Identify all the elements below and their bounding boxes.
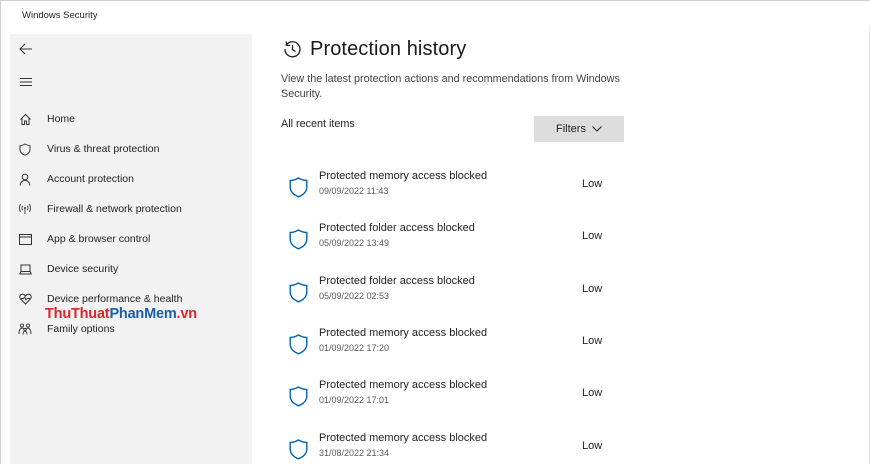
history-item-timestamp: 05/09/2022 13:49 xyxy=(319,238,390,248)
history-item[interactable]: Protected memory access blocked 31/08/20… xyxy=(282,429,612,464)
history-item-title: Protected memory access blocked xyxy=(319,170,488,182)
shield-icon xyxy=(289,229,308,250)
page-description: View the latest protection actions and r… xyxy=(281,73,620,100)
recent-items-label: All recent items xyxy=(281,118,355,130)
history-item-title: Protected folder access blocked xyxy=(319,222,475,234)
history-item[interactable]: Protected memory access blocked 09/09/20… xyxy=(282,167,612,207)
page-title-text: Protection history xyxy=(310,37,467,60)
history-item-severity: Low xyxy=(582,178,603,190)
chevron-down-icon xyxy=(592,126,602,132)
history-item[interactable]: Protected folder access blocked 05/09/20… xyxy=(282,272,612,312)
sidebar-item-label: Virus & threat protection xyxy=(47,143,160,155)
sidebar-item-virus-threat-protection[interactable]: Virus & threat protection xyxy=(10,135,252,163)
history-item-severity: Low xyxy=(582,387,603,399)
history-item[interactable]: Protected folder access blocked 05/09/20… xyxy=(282,219,612,259)
page-title: Protection history xyxy=(282,36,466,62)
history-item[interactable]: Protected memory access blocked 01/09/20… xyxy=(282,376,612,416)
history-item-severity: Low xyxy=(582,230,603,242)
shield-icon xyxy=(289,282,308,303)
sidebar: Home Virus & threat protection Account p… xyxy=(1,34,252,464)
history-item-title: Protected memory access blocked xyxy=(319,327,488,339)
menu-button[interactable] xyxy=(18,74,34,90)
sidebar-item-device-security[interactable]: Device security xyxy=(10,255,252,283)
back-button[interactable] xyxy=(18,41,34,57)
laptop-icon xyxy=(18,262,32,276)
sidebar-item-app-browser-control[interactable]: App & browser control xyxy=(10,225,252,253)
filters-label: Filters xyxy=(556,123,586,135)
shield-icon xyxy=(289,177,308,198)
history-item-severity: Low xyxy=(582,283,603,295)
sidebar-item-label: Device performance & health xyxy=(47,293,183,305)
sidebar-item-label: Family options xyxy=(47,323,115,335)
window-title: Windows Security xyxy=(1,1,870,26)
sidebar-item-label: Home xyxy=(47,113,76,125)
history-item-title: Protected folder access blocked xyxy=(319,275,475,287)
history-item-timestamp: 01/09/2022 17:01 xyxy=(319,395,390,405)
sidebar-item-label: Firewall & network protection xyxy=(47,203,182,215)
filters-button[interactable]: Filters xyxy=(534,116,624,142)
history-item-timestamp: 01/09/2022 17:20 xyxy=(319,343,390,353)
shield-icon xyxy=(289,334,308,355)
watermark-part3: .vn xyxy=(176,306,198,322)
person-icon xyxy=(18,172,32,186)
watermark: ThuThuatPhanMem.vn xyxy=(45,306,197,322)
heart-pulse-icon xyxy=(18,292,32,306)
shield-outline-icon xyxy=(18,142,32,156)
history-item-title: Protected memory access blocked xyxy=(319,432,488,444)
history-item[interactable]: Protected memory access blocked 01/09/20… xyxy=(282,324,612,364)
browser-window-icon xyxy=(18,232,32,246)
family-icon xyxy=(18,322,32,336)
wifi-antenna-icon xyxy=(18,202,32,216)
sidebar-item-home[interactable]: Home xyxy=(10,105,252,133)
sidebar-item-label: App & browser control xyxy=(47,233,151,245)
sidebar-item-firewall-network-protection[interactable]: Firewall & network protection xyxy=(10,195,252,223)
history-item-timestamp: 31/08/2022 21:34 xyxy=(319,448,390,458)
main-content: Protection history View the latest prote… xyxy=(252,26,870,464)
shield-icon xyxy=(289,439,308,460)
app-window: Windows Security Home Virus & threat pro… xyxy=(0,0,870,464)
history-item-title: Protected memory access blocked xyxy=(319,379,488,391)
watermark-part2: PhanMem xyxy=(109,306,177,322)
watermark-part1: ThuThuat xyxy=(45,306,110,322)
hamburger-icon xyxy=(20,78,32,86)
back-arrow-icon xyxy=(19,43,32,55)
shield-icon xyxy=(289,386,308,407)
history-icon xyxy=(282,39,302,59)
history-item-severity: Low xyxy=(582,440,603,452)
sidebar-item-label: Device security xyxy=(47,263,119,275)
history-item-timestamp: 05/09/2022 02:53 xyxy=(319,291,390,301)
sidebar-item-account-protection[interactable]: Account protection xyxy=(10,165,252,193)
sidebar-item-label: Account protection xyxy=(47,173,134,185)
home-icon xyxy=(18,112,32,126)
history-item-severity: Low xyxy=(582,335,603,347)
history-item-timestamp: 09/09/2022 11:43 xyxy=(319,186,389,196)
